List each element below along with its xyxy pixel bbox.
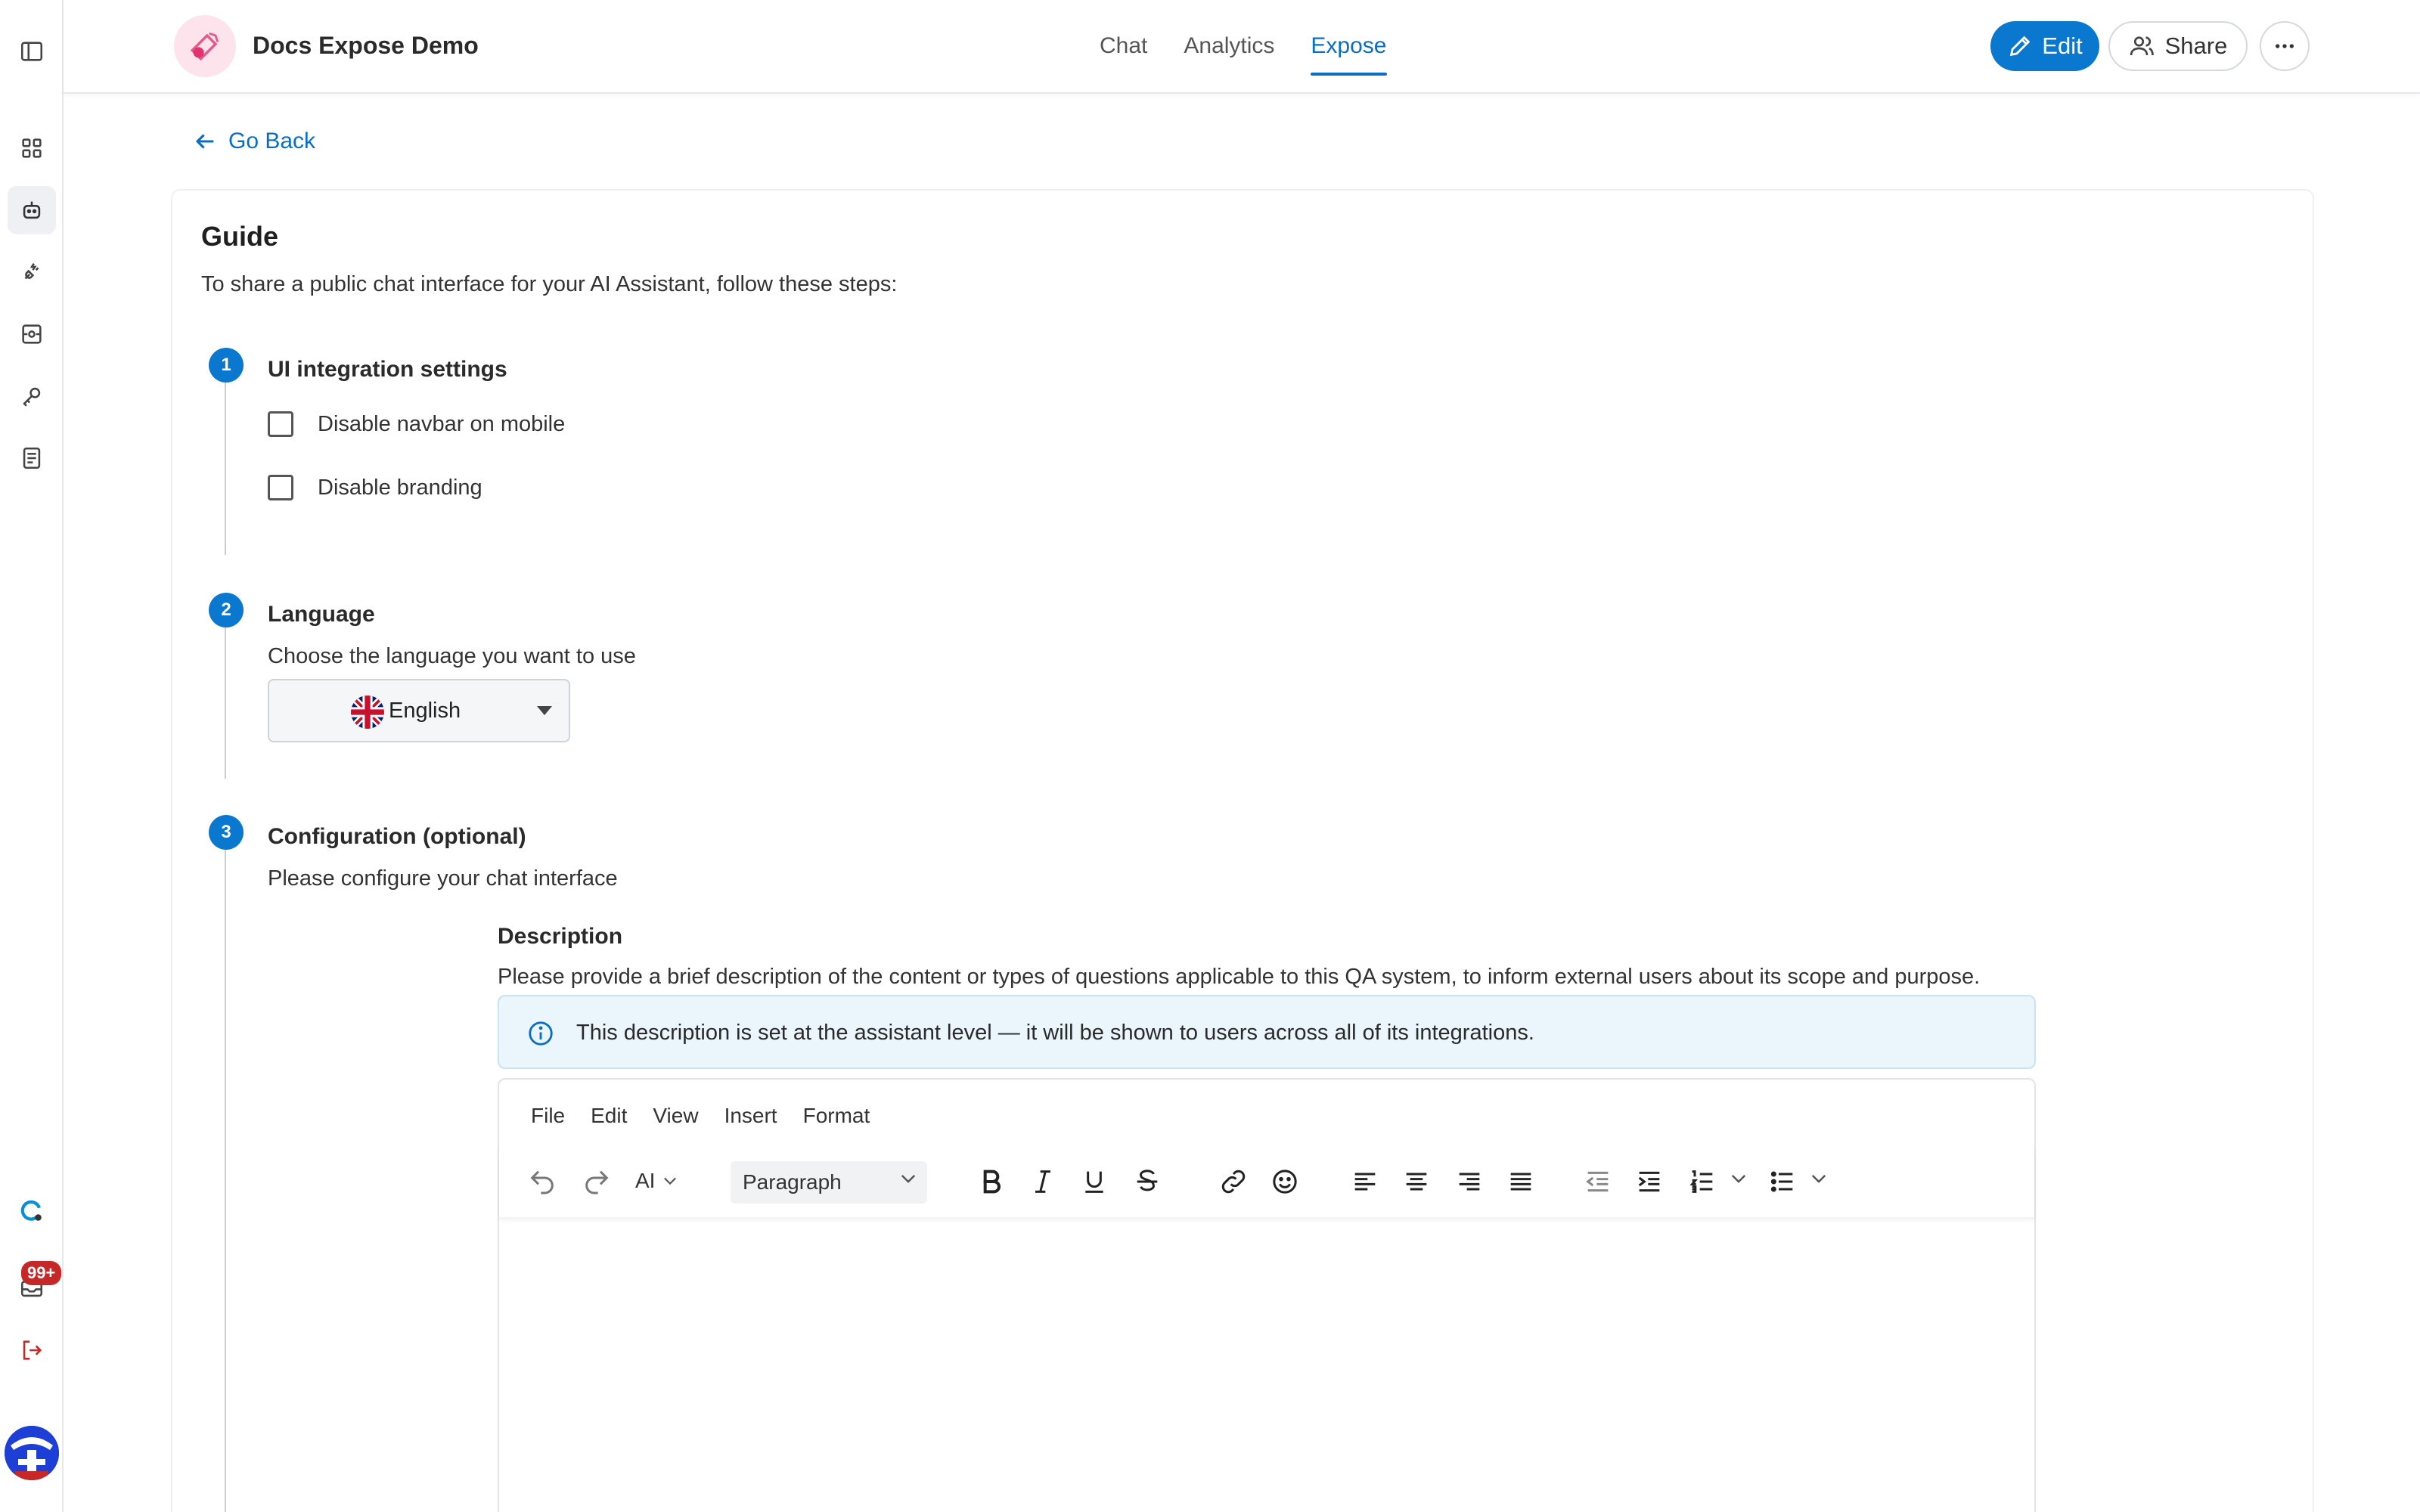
ai-label: AI [635,1169,656,1192]
menu-view[interactable]: View [653,1104,698,1128]
checkbox-box[interactable] [268,411,293,437]
menu-insert[interactable]: Insert [724,1104,777,1128]
sidebar-toggle-icon[interactable] [8,27,56,76]
block-format-value: Paragraph [743,1170,842,1194]
underline-icon[interactable] [1075,1163,1113,1201]
step-number: 2 [209,593,244,627]
caret-down-icon [537,706,552,715]
uk-flag-icon [351,696,384,729]
main-tabs: Chat Analytics Expose [1081,0,1405,94]
key-icon[interactable] [8,372,56,420]
scan-icon[interactable] [8,310,56,358]
menu-edit[interactable]: Edit [591,1104,627,1128]
avatar[interactable] [5,1426,59,1480]
info-text: This description is set at the assistant… [576,1021,1534,1045]
tab-expose[interactable]: Expose [1292,0,1404,94]
top-header: Docs Expose Demo Chat Analytics Expose E… [64,0,2420,94]
disable-branding-checkbox[interactable]: Disable branding [268,475,482,500]
step-title: Configuration (optional) [268,824,526,849]
step-subtitle: Please configure your chat interface [268,866,618,891]
editor-menubar: File Edit View Insert Format [531,1104,870,1128]
description-help: Please provide a brief description of th… [498,965,1981,989]
align-justify-icon[interactable] [1502,1163,1540,1201]
bold-icon[interactable] [973,1163,1010,1201]
chevron-down-icon [664,1177,677,1185]
app-title: Docs Expose Demo [253,32,479,59]
rich-text-editor[interactable]: File Edit View Insert Format AI Paragrap… [498,1078,2036,1512]
outdent-icon[interactable] [1579,1163,1617,1201]
menu-file[interactable]: File [531,1104,565,1128]
grid-icon[interactable] [8,124,56,172]
tab-analytics[interactable]: Analytics [1165,0,1292,94]
go-back-link[interactable]: Go Back [192,129,315,154]
share-button[interactable]: Share [2108,21,2248,71]
edit-button-label: Edit [2042,33,2083,59]
logout-icon[interactable] [8,1326,56,1374]
numbered-list-icon[interactable] [1683,1163,1721,1201]
undo-icon[interactable] [523,1163,561,1201]
chevron-down-icon [900,1173,917,1184]
page-title: Guide [201,221,279,252]
step-connector [225,850,226,1512]
link-icon[interactable] [1215,1163,1252,1201]
editor-toolbar: AI Paragraph [499,1146,2034,1217]
chevron-down-icon[interactable] [1810,1173,1827,1184]
info-alert: This description is set at the assistant… [498,995,2036,1069]
edit-button[interactable]: Edit [1990,21,2099,71]
block-format-select[interactable]: Paragraph [731,1161,927,1204]
disable-navbar-checkbox[interactable]: Disable navbar on mobile [268,411,565,437]
step-number: 1 [209,348,244,383]
align-center-icon[interactable] [1398,1163,1435,1201]
redo-icon[interactable] [578,1163,616,1201]
document-icon[interactable] [8,434,56,482]
left-rail: 99+ [0,0,64,1512]
checkbox-label: Disable branding [318,475,482,500]
app-logo [174,15,236,77]
guide-description: To share a public chat interface for you… [201,272,898,296]
arrow-left-icon [195,134,214,149]
robot-icon[interactable] [8,186,56,234]
notification-badge: 99+ [21,1261,62,1285]
info-icon [526,1019,555,1048]
language-value: English [389,699,461,723]
menu-format[interactable]: Format [803,1104,870,1128]
checkbox-label: Disable navbar on mobile [318,411,566,436]
share-button-label: Share [2164,33,2228,59]
align-left-icon[interactable] [1346,1163,1384,1201]
chevron-down-icon[interactable] [1730,1173,1747,1184]
description-heading: Description [498,924,623,949]
more-horizontal-icon [2276,44,2294,48]
indent-icon[interactable] [1630,1163,1668,1201]
step-subtitle: Choose the language you want to use [268,644,636,668]
plug-icon[interactable] [8,248,56,296]
more-options-button[interactable] [2260,21,2310,71]
go-back-label: Go Back [228,129,316,153]
align-right-icon[interactable] [1450,1163,1488,1201]
step-title: Language [268,602,375,627]
italic-icon[interactable] [1024,1163,1062,1201]
step-title: UI integration settings [268,357,507,382]
step-connector [225,383,226,555]
step-number: 3 [209,815,244,850]
emoji-icon[interactable] [1266,1163,1304,1201]
step-connector [225,627,226,779]
strikethrough-icon[interactable] [1128,1163,1166,1201]
bullet-list-icon[interactable] [1764,1163,1801,1201]
tab-chat[interactable]: Chat [1081,0,1165,94]
language-select[interactable]: English [268,679,570,742]
checkbox-box[interactable] [268,475,293,500]
ai-menu-button[interactable]: AI [635,1169,678,1193]
support-logo-icon[interactable] [8,1187,56,1235]
